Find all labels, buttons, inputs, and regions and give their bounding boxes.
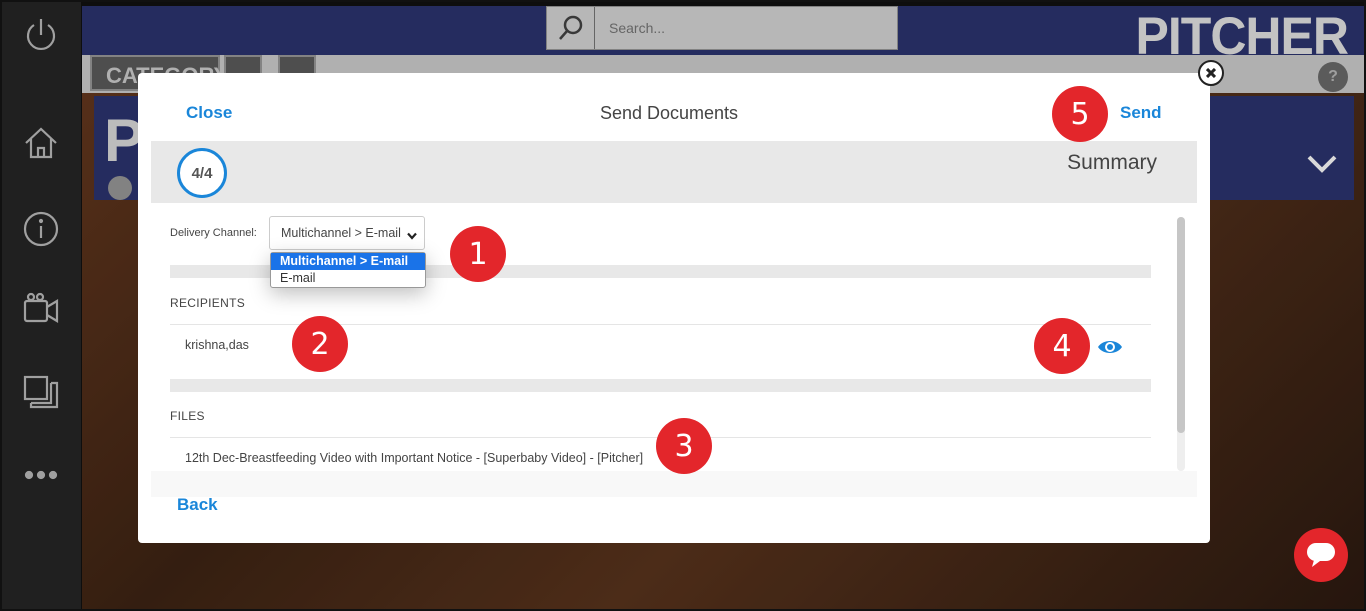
delivery-channel-dropdown: Multichannel > E-mail E-mail xyxy=(270,252,426,288)
file-item: 12th Dec-Breastfeeding Video with Import… xyxy=(185,451,644,465)
recipient-item: krishna,das xyxy=(185,338,249,352)
modal-title: Send Documents xyxy=(599,103,739,123)
chevron-down-icon xyxy=(407,229,417,240)
modal-dismiss-button[interactable] xyxy=(1198,60,1224,86)
back-button[interactable]: Back xyxy=(177,495,218,515)
scrollbar[interactable] xyxy=(1177,217,1185,471)
scrollbar-thumb[interactable] xyxy=(1177,217,1185,433)
delivery-channel-select[interactable]: Multichannel > E-mail xyxy=(269,216,425,250)
delivery-channel-value: Multichannel > E-mail xyxy=(281,226,401,240)
step-header: 4/4 Summary xyxy=(151,141,1197,203)
send-button[interactable]: Send xyxy=(1120,103,1162,123)
chat-bubble-icon xyxy=(1307,543,1335,567)
eye-icon xyxy=(1098,341,1122,353)
modal-footer xyxy=(151,471,1197,497)
section-divider xyxy=(170,379,1151,392)
dropdown-option-multichannel-email[interactable]: Multichannel > E-mail xyxy=(271,253,425,270)
callout-3: 3 xyxy=(656,418,712,474)
step-indicator: 4/4 xyxy=(177,148,227,198)
delivery-channel-label: Delivery Channel: xyxy=(170,227,257,239)
step-name: Summary xyxy=(1067,151,1157,174)
callout-5: 5 xyxy=(1052,86,1108,142)
callout-1: 1 xyxy=(450,226,506,282)
recipients-heading: RECIPIENTS xyxy=(170,296,246,310)
chat-button[interactable] xyxy=(1294,528,1348,582)
dropdown-option-email[interactable]: E-mail xyxy=(271,270,425,287)
preview-button[interactable] xyxy=(1097,337,1123,357)
close-icon xyxy=(1206,68,1216,78)
files-heading: FILES xyxy=(170,409,205,423)
callout-2: 2 xyxy=(292,316,348,372)
callout-4: 4 xyxy=(1034,318,1090,374)
